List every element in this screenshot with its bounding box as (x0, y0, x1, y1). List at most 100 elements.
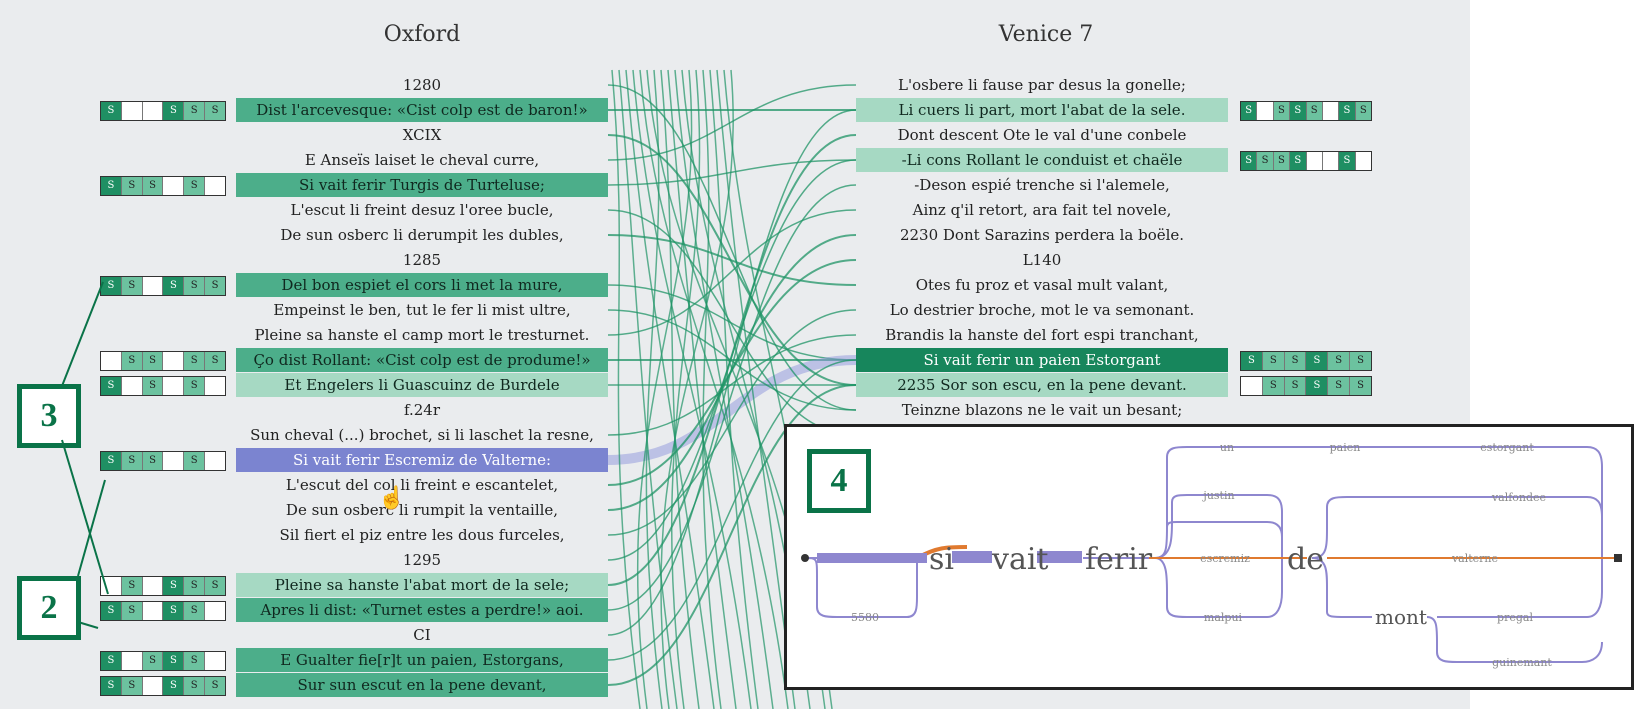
witness-box: S (142, 452, 164, 470)
oxford-verse-line: 1285 (402, 251, 442, 269)
witness-box: S (1284, 377, 1307, 395)
witness-box: S (101, 652, 122, 670)
oxford-verse-line[interactable]: Si vait ferir Turgis de Turteluse; (236, 173, 608, 197)
witness-box: S (101, 102, 122, 120)
venice-witness-boxes[interactable]: SSSSS (1240, 376, 1372, 396)
witness-box: S (184, 602, 206, 620)
witness-box (163, 452, 185, 470)
witness-box: S (142, 652, 164, 670)
witness-box (205, 377, 225, 395)
witness-box: S (121, 577, 143, 595)
oxford-witness-boxes[interactable]: SSSS (100, 576, 226, 596)
oxford-witness-boxes[interactable]: SSS (100, 376, 226, 396)
venice-witness-boxes[interactable]: SSSSS (1240, 151, 1372, 171)
witness-box: S (1257, 152, 1274, 170)
witness-box (101, 577, 122, 595)
token-5580: 5580 (851, 611, 879, 624)
witness-box: S (1328, 377, 1351, 395)
venice-verse-line[interactable]: -Li cons Rollant le conduist et chaële (856, 148, 1228, 172)
oxford-verse-line[interactable]: Ço dist Rollant: «Cist colp est de produ… (236, 348, 608, 372)
witness-box (205, 452, 225, 470)
witness-box: S (184, 102, 206, 120)
witness-box (205, 652, 225, 670)
witness-box: S (142, 377, 164, 395)
witness-box (143, 577, 164, 595)
witness-box (143, 102, 164, 120)
oxford-witness-boxes[interactable]: SSSSS (100, 276, 226, 296)
witness-box: S (205, 677, 225, 695)
oxford-verse-line: L'escut li freint desuz l'oree bucle, (290, 201, 554, 219)
oxford-witness-boxes[interactable]: SSSSS (100, 676, 226, 696)
witness-box (163, 377, 185, 395)
witness-box: S (1290, 152, 1307, 170)
witness-box: S (205, 577, 225, 595)
witness-box: S (184, 577, 206, 595)
oxford-witness-boxes[interactable]: SSSS (100, 651, 226, 671)
venice-verse-line: L140 (1022, 251, 1062, 269)
witness-box: S (1339, 102, 1356, 120)
oxford-verse-line: 1295 (402, 551, 442, 569)
oxford-verse-line[interactable]: Si vait ferir Escremiz de Valterne: (236, 448, 608, 472)
witness-box: S (1355, 102, 1371, 120)
venice-verse-line: Teinzne blazons ne le vait un besant; (901, 401, 1183, 419)
alignment-link (607, 284, 857, 361)
alignment-link (702, 69, 722, 709)
witness-box (163, 352, 185, 370)
witness-box (122, 377, 143, 395)
witness-box: S (121, 177, 143, 195)
venice-witness-boxes[interactable]: SSSSSS (1240, 101, 1372, 121)
variant-graph-popup[interactable]: 4 si vait ferir de mont 5580 un paien es… (784, 424, 1634, 690)
witness-box: S (121, 352, 143, 370)
witness-box: S (184, 452, 206, 470)
witness-box: S (163, 577, 185, 595)
word-vait: vait (991, 542, 1048, 577)
witness-box (143, 277, 164, 295)
oxford-witness-boxes[interactable]: SSSS (100, 601, 226, 621)
witness-box: S (101, 377, 122, 395)
oxford-verse-line[interactable]: E Gualter fie[r]t un paien, Estorgans, (236, 648, 608, 672)
venice-verse-line[interactable]: Li cuers li part, mort l'abat de la sele… (856, 98, 1228, 122)
witness-box: S (121, 677, 143, 695)
venice-verse-line: -Deson espié trenche si l'alemele, (914, 176, 1170, 194)
oxford-verse-line[interactable]: Sur sun escut en la pene devant, (236, 673, 608, 697)
oxford-witness-boxes[interactable]: SSSS (100, 451, 226, 471)
witness-box: S (1241, 102, 1258, 120)
venice-witness-boxes[interactable]: SSSSSS (1240, 351, 1372, 371)
oxford-verse-line[interactable]: Et Engelers li Guascuinz de Burdele (236, 373, 608, 397)
witness-box: S (1339, 152, 1356, 170)
oxford-witness-boxes[interactable]: SSSS (100, 176, 226, 196)
token-guinemant: guinemant (1492, 656, 1552, 669)
token-un: un (1220, 441, 1234, 454)
oxford-verse-line: Sun cheval (...) brochet, si li laschet … (250, 426, 594, 444)
token-estorgant: estorgant (1480, 441, 1534, 454)
witness-box: S (1241, 352, 1263, 370)
venice-verse-line[interactable]: Si vait ferir un paien Estorgant (856, 348, 1228, 372)
witness-box: S (205, 352, 225, 370)
venice-verse-line: Dont descent Ote le val d'une conbele (897, 126, 1187, 144)
venice-verse-line[interactable]: 2235 Sor son escu, en la pene devant. (856, 373, 1228, 397)
callout-2: 2 (17, 576, 81, 640)
witness-box: S (184, 277, 206, 295)
oxford-verse-line: CI (413, 626, 431, 644)
token-escremiz: escremiz (1200, 552, 1250, 565)
callout-3: 3 (17, 384, 81, 448)
oxford-witness-boxes[interactable]: SSSS (100, 351, 226, 371)
witness-box: S (205, 102, 225, 120)
token-valfondee: valfondee (1491, 491, 1546, 504)
witness-box: S (1273, 152, 1291, 170)
witness-box (1307, 152, 1323, 170)
oxford-witness-boxes[interactable]: SSSS (100, 101, 226, 121)
oxford-verse-line[interactable]: Apres li dist: «Turnet estes a perdre!» … (236, 598, 608, 622)
oxford-verse-line[interactable]: Pleine sa hanste l'abat mort de la sele; (236, 573, 608, 597)
oxford-verse-line[interactable]: Dist l'arcevesque: «Cist colp est de bar… (236, 98, 608, 122)
token-justin: justin (1201, 489, 1234, 502)
witness-box: S (142, 177, 164, 195)
witness-box (1241, 377, 1263, 395)
venice-verse-line: Ainz q'il retort, ara fait tel novele, (912, 201, 1172, 219)
oxford-verse-line: XCIX (402, 126, 442, 144)
oxford-verse-line[interactable]: Del bon espiet el cors li met la mure, (236, 273, 608, 297)
witness-box (143, 602, 164, 620)
witness-box: S (1262, 352, 1285, 370)
oxford-verse-line: f.24r (403, 401, 441, 419)
witness-box: S (121, 602, 143, 620)
